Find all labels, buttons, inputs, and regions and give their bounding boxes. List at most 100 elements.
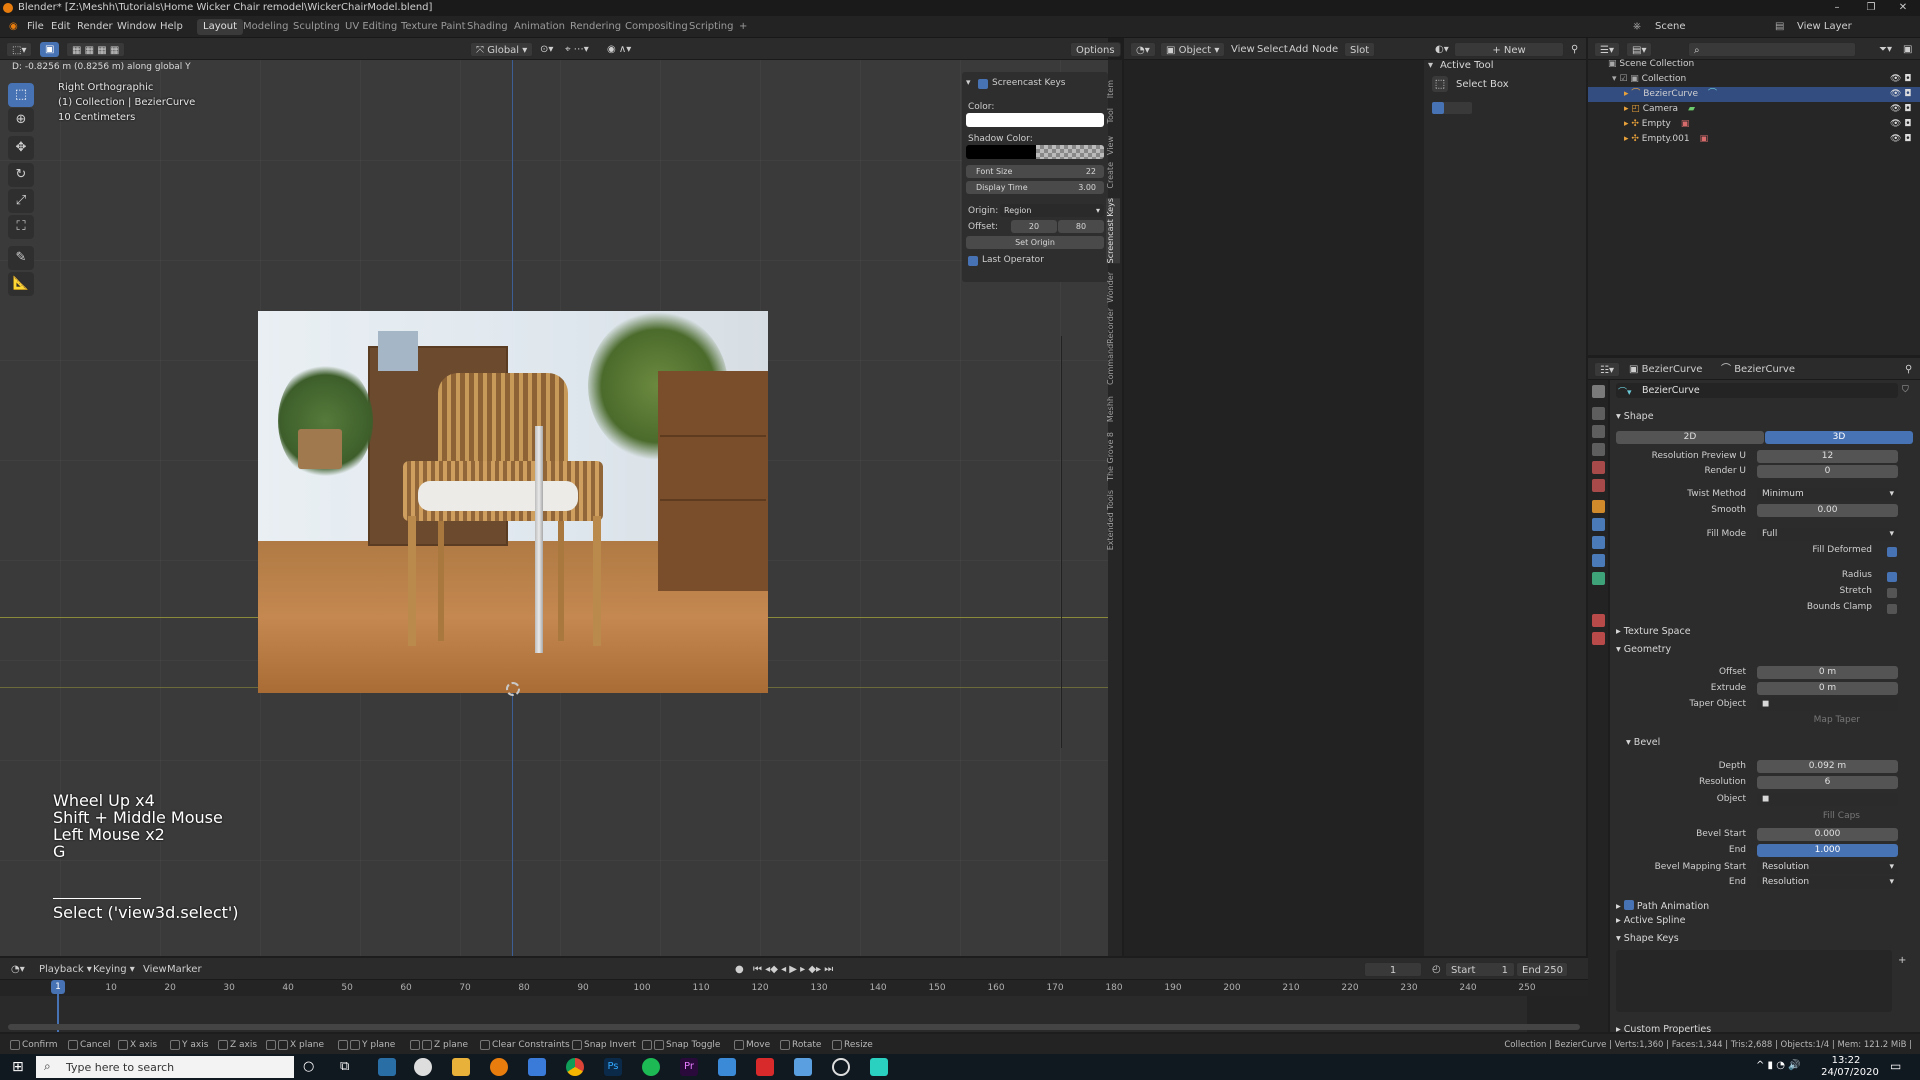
measure-tool-icon[interactable]: 📐 [8,272,34,296]
dim-2d-button[interactable]: 2D [1616,431,1764,444]
move-tool-icon[interactable]: ✥ [8,136,34,160]
dim-3d-button[interactable]: 3D [1765,431,1913,444]
last-operator-checkbox[interactable] [968,256,978,266]
sidebar-tab-view[interactable]: View [1106,136,1120,155]
path-animation-section-header[interactable]: ▸ Path Animation [1616,899,1709,912]
shadow-color-swatch[interactable] [966,145,1036,159]
output-properties-icon[interactable] [1592,425,1605,438]
menu-file[interactable]: File [22,19,49,35]
screencast-enable-checkbox[interactable] [978,79,988,89]
fill-mode-dropdown[interactable]: Full ▾ [1757,528,1898,541]
bounds-clamp-checkbox[interactable] [1887,604,1897,614]
annotate-tool-icon[interactable]: ✎ [8,246,34,270]
shadow-alpha-swatch[interactable] [1036,145,1104,159]
spotify-icon[interactable] [642,1058,660,1076]
set-origin-button[interactable]: Set Origin [966,236,1104,249]
proportional-edit-icon[interactable]: ◉ ∧▾ [602,42,636,57]
rotate-tool-icon[interactable]: ↻ [8,163,34,187]
view-layer-properties-icon[interactable] [1592,443,1605,456]
maximize-button[interactable]: ❐ [1854,0,1888,16]
sidebar-tab-commandrecorder[interactable]: CommandRecorder [1106,308,1120,385]
outliner-item-empty-001[interactable]: ▸ ✣ Empty.001 ▣ [1588,132,1920,147]
geometry-section-header[interactable]: ▾ Geometry [1616,644,1671,655]
windows-start-icon[interactable]: ⊞ [12,1059,24,1075]
outliner-item-beziercurve[interactable]: ▸ ⌒ BezierCurve ⌒ [1588,87,1920,102]
playhead-frame-indicator[interactable]: 1 [51,980,65,994]
world-properties-icon[interactable] [1592,479,1605,492]
scale-tool-icon[interactable]: ⤢ [8,189,34,213]
notifications-icon[interactable]: ▭ [1890,1059,1901,1073]
outliner-item-empty[interactable]: ▸ ✣ Empty ▣ [1588,117,1920,132]
active-tool-collapse-icon[interactable]: ▾ [1428,60,1433,71]
tab-modeling[interactable]: Modeling [237,19,295,35]
view-layer-name[interactable]: View Layer [1792,19,1857,35]
app-icon-2[interactable] [870,1058,888,1076]
resolution-preview-field[interactable]: 12 [1757,450,1898,463]
tab-scripting[interactable]: Scripting [683,19,739,35]
smooth-field[interactable]: 0.00 [1757,504,1898,517]
cursor-tool-icon[interactable]: ⊕ [8,108,34,132]
record-icon[interactable]: ● [730,962,749,977]
stretch-checkbox[interactable] [1887,588,1897,598]
shape-keys-section-header[interactable]: ▾ Shape Keys [1616,933,1679,944]
curve-data-properties-icon[interactable] [1592,572,1605,585]
blender-taskbar-icon[interactable] [490,1058,508,1076]
obs-icon[interactable] [832,1058,850,1076]
properties-pin-icon[interactable]: ⚲ [1900,362,1917,377]
taper-object-field[interactable]: ◼ [1757,698,1898,711]
fake-user-icon[interactable]: ⛉ [1902,385,1909,395]
outliner-collection[interactable]: ▾ ☑ ▣ Collection [1588,72,1920,87]
sidebar-tab-tool[interactable]: Tool [1106,108,1120,124]
shape-keys-list[interactable] [1616,950,1892,1012]
menu-help[interactable]: Help [155,19,188,35]
snap-icon[interactable]: ⌖ ⋯▾ [560,42,594,57]
fill-deformed-checkbox[interactable] [1887,547,1897,557]
selection-modes[interactable]: ▦ ▦ ▦ ▦ [66,42,126,57]
sidebar-tab-grove[interactable]: The Grove 8 [1106,432,1120,481]
task-view-icon[interactable]: ⧉ [340,1059,349,1074]
app-3d-icon[interactable] [718,1058,736,1076]
twist-method-dropdown[interactable]: Minimum ▾ [1757,488,1898,501]
taskbar-search-box[interactable]: ⌕ Type here to search [36,1056,294,1078]
active-spline-section-header[interactable]: ▸ Active Spline [1616,915,1685,926]
menu-edit[interactable]: Edit [46,19,75,35]
select-box-tool-icon[interactable]: ⬚ [8,83,34,107]
select-mode-buttons[interactable] [1432,102,1472,114]
transform-tool-icon[interactable]: ⛶ [8,215,34,239]
offset-y-field[interactable]: 80 [1058,220,1104,233]
font-size-field[interactable]: Font Size 22 [966,165,1104,178]
node-editor-type-button[interactable]: ◔▾ [1130,42,1156,57]
new-collection-icon[interactable]: ▣ [1898,42,1917,57]
sidebar-tab-screencast-keys[interactable]: Screencast Keys [1106,198,1120,264]
bevel-object-field[interactable]: ◼ [1757,793,1898,806]
editor-type-button[interactable]: ⬚▾ [6,42,33,57]
add-shape-key-icon[interactable]: + [1898,955,1906,966]
tab-shading[interactable]: Shading [461,19,514,35]
sidebar-tab-item[interactable]: Item [1106,80,1120,98]
color-swatch[interactable] [966,113,1104,127]
bevel-mapping-end-dropdown[interactable]: Resolution ▾ [1757,876,1898,889]
bevel-end-field[interactable]: 1.000 [1757,844,1898,857]
geometry-offset-field[interactable]: 0 m [1757,666,1898,679]
sidebar-tab-extended-tools[interactable]: Extended Tools [1106,490,1120,550]
scene-name[interactable]: Scene [1650,19,1691,35]
calculator-icon[interactable] [528,1058,546,1076]
acrobat-icon[interactable] [756,1058,774,1076]
tab-uv-editing[interactable]: UV Editing [339,19,403,35]
tool-properties-icon[interactable] [1592,385,1605,398]
pivot-icon[interactable]: ⊙▾ [535,42,558,57]
orientation-dropdown[interactable]: ⤧ Global ▾ [470,42,534,57]
outliner-scene-collection[interactable]: ▣ Scene Collection [1588,57,1920,72]
sidebar-tab-wonder[interactable]: Wonder [1106,272,1120,303]
bevel-mapping-start-dropdown[interactable]: Resolution ▾ [1757,861,1898,874]
render-u-field[interactable]: 0 [1757,465,1898,478]
premiere-icon[interactable]: Pr [680,1058,698,1076]
current-frame-field[interactable]: 1 [1364,962,1422,977]
bevel-resolution-field[interactable]: 6 [1757,776,1898,789]
display-mode-button[interactable]: ▤▾ [1626,42,1653,57]
bevel-depth-field[interactable]: 0.092 m [1757,760,1898,773]
visibility-toggles[interactable]: 👁 ◘ 👁 ◘ 👁 ◘ 👁 ◘ 👁 ◘ [1890,72,1911,147]
cortana-icon[interactable]: ○ [303,1059,314,1074]
blender-menu-icon[interactable]: ◉ [4,19,23,35]
datablock-field[interactable]: BezierCurve [1616,383,1898,398]
